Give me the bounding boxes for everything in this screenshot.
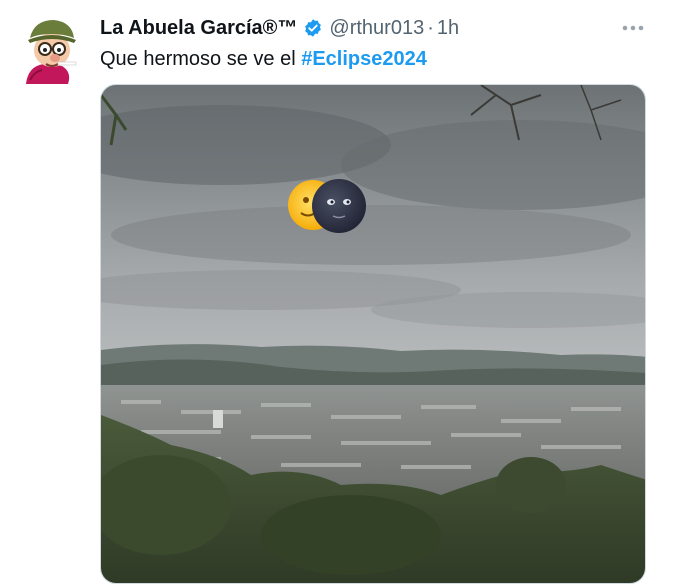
grandma-avatar-icon — [26, 20, 77, 84]
author-name[interactable]: La Abuela García®™ — [100, 17, 297, 40]
verified-badge-icon — [305, 19, 322, 37]
tweet-text: Que hermoso se ve el #Eclipse2024 — [100, 45, 427, 73]
hashtag-link[interactable]: #Eclipse2024 — [301, 48, 427, 70]
more-options-button[interactable] — [620, 20, 646, 36]
new-moon-face-emoji — [312, 179, 366, 233]
tweet-header: La Abuela García®™ @rthur013 · 1h — [100, 13, 459, 43]
timestamp[interactable]: 1h — [437, 17, 459, 40]
more-options-icon — [622, 25, 644, 31]
tweet-media-image[interactable] — [100, 84, 646, 584]
avatar[interactable] — [18, 14, 84, 86]
separator-dot: · — [427, 16, 434, 39]
tweet-text-prefix: Que hermoso se ve el — [100, 48, 302, 70]
tweet-card[interactable]: La Abuela García®™ @rthur013 · 1h Que he… — [0, 0, 674, 584]
author-handle[interactable]: @rthur013 — [329, 17, 424, 40]
landscape-photo — [101, 85, 645, 583]
